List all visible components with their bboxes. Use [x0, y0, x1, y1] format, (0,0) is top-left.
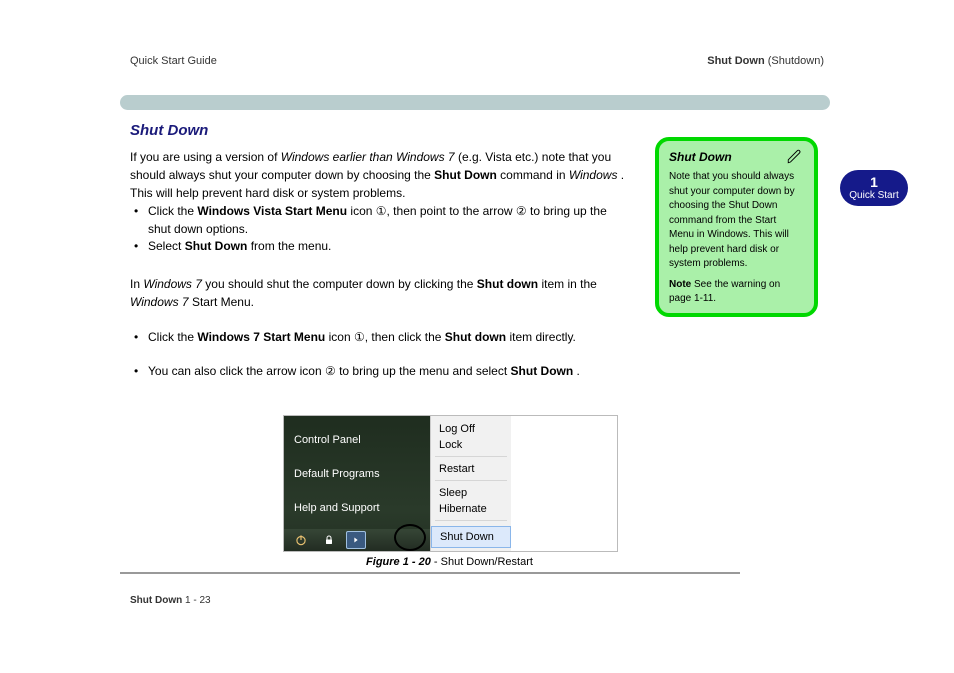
page-tab-chapter: 1 — [870, 175, 878, 190]
page-tab-label: Quick Start — [849, 190, 898, 201]
menu-item-restart[interactable]: Restart — [439, 464, 474, 475]
b4c: . — [577, 364, 580, 378]
footer-left-page: 1 - 23 — [182, 595, 210, 606]
paragraph-win7: In Windows 7 you should shut the compute… — [130, 275, 630, 311]
b1b: Windows Vista Start Menu — [197, 204, 347, 218]
header-right-small: (Shutdown) — [768, 55, 824, 67]
header-right-bold: Shut Down — [707, 55, 764, 67]
paragraph-prewin: If you are using a version of Windows ea… — [130, 148, 630, 202]
bullet-2: Select Shut Down from the menu. — [148, 237, 628, 255]
b2c: from the menu. — [251, 239, 332, 253]
section-title: Shut Down — [130, 122, 208, 139]
bullet-1: Click the Windows Vista Start Menu icon … — [148, 202, 628, 238]
power-button[interactable] — [290, 532, 312, 548]
menu-separator — [435, 456, 507, 457]
menu-item-sleep[interactable]: Sleep — [439, 488, 467, 499]
b2a: Select — [148, 239, 185, 253]
arrow-button[interactable] — [346, 531, 366, 549]
txt-win: Windows — [569, 168, 618, 182]
screenshot-bottom-bar — [284, 529, 430, 551]
txt: command in — [500, 168, 569, 182]
screenshot-start-menu: Control Panel Default Programs Help and … — [283, 415, 618, 552]
txt-cmd: Shut Down — [434, 168, 497, 182]
menu-item-shutdown-label: Shut Down — [440, 531, 494, 543]
screenshot-left-panel: Control Panel Default Programs Help and … — [284, 416, 430, 551]
bullet-3: Click the Windows 7 Start Menu icon ①, t… — [148, 328, 628, 346]
w7g: Start Menu. — [192, 295, 254, 309]
b3c: icon ①, then click the — [329, 330, 445, 344]
pen-icon — [786, 147, 804, 171]
lock-button[interactable] — [318, 532, 340, 548]
b2b: Shut Down — [185, 239, 248, 253]
b3e: item directly. — [509, 330, 575, 344]
w7d: Shut down — [477, 277, 538, 291]
menu-separator — [435, 520, 507, 521]
section-divider — [120, 95, 830, 110]
txt: If you are using a version of — [130, 150, 281, 164]
header-right: Shut Down (Shutdown) — [707, 55, 824, 67]
menu-item-lock[interactable]: Lock — [439, 440, 462, 451]
menu-item-logoff[interactable]: Log Off — [439, 424, 475, 435]
horizontal-rule — [120, 572, 740, 574]
page-tab: 1 Quick Start — [840, 170, 908, 206]
annotation-note-label: Note — [669, 279, 691, 290]
figure-dash: - — [431, 556, 441, 568]
w7b: Windows 7 — [143, 277, 202, 291]
figure-name: Shut Down/Restart — [441, 556, 533, 568]
menu-separator — [435, 480, 507, 481]
w7f: Windows 7 — [130, 295, 189, 309]
menu-item-default-programs[interactable]: Default Programs — [294, 468, 380, 480]
b3d: Shut down — [445, 330, 506, 344]
b4b: Shut Down — [511, 364, 574, 378]
header-breadcrumb: Quick Start Guide — [130, 55, 217, 67]
b4a: You can also click the arrow icon ② to b… — [148, 364, 511, 378]
w7e: item in the — [541, 277, 596, 291]
annotation-box: Shut Down Note that you should always sh… — [655, 137, 818, 317]
menu-item-help-support[interactable]: Help and Support — [294, 502, 380, 514]
w7c: you should shut the computer down by cli… — [205, 277, 477, 291]
annotation-body: Note that you should always shut your co… — [669, 170, 804, 272]
figure-label: Figure 1 - 20 — [366, 556, 431, 568]
b3a: Click the — [148, 330, 197, 344]
menu-item-shutdown[interactable]: Shut Down — [431, 526, 511, 548]
figure-caption: Figure 1 - 20 - Shut Down/Restart — [283, 556, 616, 568]
annotation-title: Shut Down — [669, 149, 804, 166]
screenshot-submenu: Log Off Lock Restart Sleep Hibernate Shu… — [430, 416, 511, 551]
footer-left-bold: Shut Down — [130, 595, 182, 606]
menu-item-hibernate[interactable]: Hibernate — [439, 504, 487, 515]
b3b: Windows 7 Start Menu — [197, 330, 325, 344]
footer-left: Shut Down 1 - 23 — [130, 595, 211, 606]
txt-os: Windows earlier than Windows 7 — [281, 150, 455, 164]
w7a: In — [130, 277, 143, 291]
b1a: Click the — [148, 204, 197, 218]
menu-item-control-panel[interactable]: Control Panel — [294, 434, 361, 446]
bullet-4: You can also click the arrow icon ② to b… — [148, 362, 628, 380]
